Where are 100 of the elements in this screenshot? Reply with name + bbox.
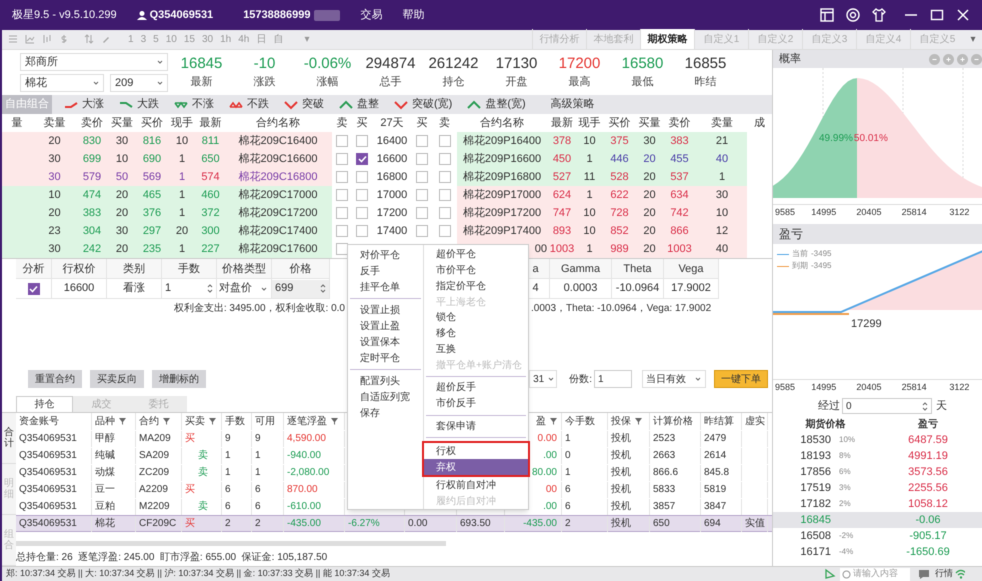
spin-field[interactable]: 1 bbox=[162, 280, 216, 298]
action-button[interactable]: 重置合约 bbox=[28, 370, 82, 388]
market-status[interactable]: 行情 bbox=[935, 567, 953, 581]
menu-item[interactable]: 行权 bbox=[424, 443, 528, 460]
checkbox[interactable] bbox=[416, 207, 428, 219]
menu-item[interactable]: 交易 bbox=[360, 6, 382, 24]
submit-button[interactable]: 一键下单 bbox=[714, 370, 768, 388]
checkbox[interactable] bbox=[438, 171, 450, 183]
list-icon[interactable] bbox=[8, 34, 18, 44]
checkbox[interactable] bbox=[438, 135, 450, 147]
product-dropdown[interactable]: 棉花 bbox=[20, 74, 104, 92]
checkbox[interactable] bbox=[438, 153, 450, 165]
checkbox[interactable] bbox=[356, 225, 368, 237]
checkbox[interactable] bbox=[416, 153, 428, 165]
menu-item[interactable]: 移仓 bbox=[424, 326, 528, 342]
dollar-icon[interactable] bbox=[59, 34, 69, 44]
search-field[interactable]: 请输入内容 bbox=[840, 568, 910, 580]
checkbox[interactable] bbox=[336, 153, 348, 165]
strategy-button[interactable]: 大跌 bbox=[116, 95, 162, 114]
tab[interactable]: 持仓 bbox=[16, 396, 73, 412]
filter-icon[interactable] bbox=[119, 418, 126, 425]
checkbox[interactable] bbox=[356, 153, 368, 165]
checkbox[interactable] bbox=[336, 189, 348, 201]
pen-icon[interactable] bbox=[101, 34, 111, 44]
menu-item[interactable]: 设置止损 bbox=[348, 302, 423, 318]
line-chart-icon[interactable] bbox=[25, 34, 35, 44]
menu-item[interactable]: 套保申请 bbox=[424, 418, 528, 434]
menu-item[interactable]: 市价反手 bbox=[424, 396, 528, 412]
month-dropdown[interactable]: 209 bbox=[110, 74, 168, 92]
menu-item[interactable]: 配置列头 bbox=[348, 373, 423, 389]
strategy-button[interactable]: 突破 bbox=[281, 95, 327, 114]
checkbox[interactable] bbox=[416, 189, 428, 201]
checkbox[interactable] bbox=[336, 135, 348, 147]
tab[interactable]: 期权策略 bbox=[640, 29, 694, 49]
exchange-dropdown[interactable]: 郑商所 bbox=[20, 53, 168, 71]
checkbox[interactable] bbox=[336, 171, 348, 183]
checkbox[interactable] bbox=[438, 207, 450, 219]
strategy-button[interactable]: 盘整 bbox=[336, 95, 382, 114]
menu-item[interactable]: 超价反手 bbox=[424, 380, 528, 396]
validity-dropdown[interactable]: 当日有效 bbox=[642, 370, 706, 388]
filter-icon[interactable] bbox=[163, 418, 170, 425]
shirt-icon[interactable] bbox=[872, 8, 886, 22]
checkbox[interactable] bbox=[416, 135, 428, 147]
menu-item[interactable]: 弃权 bbox=[424, 459, 528, 476]
menu-item[interactable]: 对价平仓 bbox=[348, 247, 423, 263]
price-type-dropdown[interactable]: 对盘价 bbox=[217, 280, 271, 298]
checkbox[interactable] bbox=[438, 225, 450, 237]
chat-icon[interactable] bbox=[918, 568, 929, 580]
menu-item[interactable]: 反手 bbox=[348, 263, 423, 279]
checkbox[interactable] bbox=[356, 135, 368, 147]
menu-item[interactable]: 帮助 bbox=[402, 6, 424, 24]
add-icon[interactable] bbox=[957, 54, 968, 64]
side-tab[interactable]: 合计 bbox=[4, 427, 14, 449]
spinner-icon[interactable] bbox=[922, 402, 928, 410]
tabs-more-button[interactable]: ▾ bbox=[964, 29, 982, 49]
sort-icon[interactable] bbox=[84, 34, 94, 44]
menu-item[interactable]: 保存 bbox=[348, 405, 423, 421]
menu-item[interactable]: 行权前自对冲 bbox=[424, 477, 528, 494]
maximize-icon[interactable] bbox=[930, 8, 944, 22]
menu-item[interactable]: 设置保本 bbox=[348, 334, 423, 350]
checkbox[interactable] bbox=[336, 225, 348, 237]
menu-item[interactable]: 挂平仓单 bbox=[348, 279, 423, 295]
checkbox[interactable] bbox=[416, 225, 428, 237]
checkbox[interactable] bbox=[438, 189, 450, 201]
menu-item[interactable]: 设置止盈 bbox=[348, 318, 423, 334]
action-button[interactable]: 增删标的 bbox=[152, 370, 206, 388]
checkbox[interactable] bbox=[28, 282, 40, 294]
zoom-in-icon[interactable] bbox=[943, 54, 954, 64]
checkbox[interactable] bbox=[356, 207, 368, 219]
strategy-button[interactable]: 高级策略 bbox=[548, 95, 598, 114]
menu-item[interactable]: 定时平仓 bbox=[348, 350, 423, 366]
filter-icon[interactable] bbox=[550, 418, 557, 425]
bar-chart-icon[interactable] bbox=[42, 34, 52, 44]
checkbox[interactable] bbox=[356, 189, 368, 201]
strategy-button[interactable]: 突破(宽) bbox=[391, 95, 456, 114]
layout-icon[interactable] bbox=[820, 8, 834, 22]
menu-item[interactable]: 锁仓 bbox=[424, 310, 528, 326]
close-icon[interactable] bbox=[956, 8, 970, 22]
copies-field[interactable]: 1 bbox=[594, 370, 632, 388]
strategy-button[interactable]: 大涨 bbox=[61, 95, 107, 114]
target-icon[interactable] bbox=[846, 8, 860, 22]
filter-icon[interactable] bbox=[209, 418, 216, 425]
strategy-button[interactable]: 盘整(宽) bbox=[464, 95, 529, 114]
scrollbar[interactable] bbox=[16, 541, 446, 546]
elapsed-field[interactable]: 0 bbox=[842, 398, 932, 414]
remove-icon[interactable] bbox=[971, 54, 982, 64]
menu-item[interactable]: 互换 bbox=[424, 342, 528, 358]
action-button[interactable]: 买卖反向 bbox=[90, 370, 144, 388]
filter-icon[interactable] bbox=[331, 418, 338, 425]
checkbox[interactable] bbox=[336, 243, 348, 255]
filter-icon[interactable] bbox=[635, 418, 642, 425]
count-dropdown[interactable]: 31 bbox=[529, 370, 558, 388]
spinner-icon[interactable] bbox=[207, 284, 213, 293]
spin-field[interactable]: 699 bbox=[272, 280, 329, 298]
menu-item[interactable]: 指定价平仓 bbox=[424, 278, 528, 294]
strategy-button[interactable]: 不涨 bbox=[171, 95, 217, 114]
zoom-out-icon[interactable] bbox=[929, 54, 940, 64]
strategy-button[interactable]: 不跌 bbox=[226, 95, 272, 114]
checkbox[interactable] bbox=[416, 171, 428, 183]
checkbox[interactable] bbox=[336, 207, 348, 219]
